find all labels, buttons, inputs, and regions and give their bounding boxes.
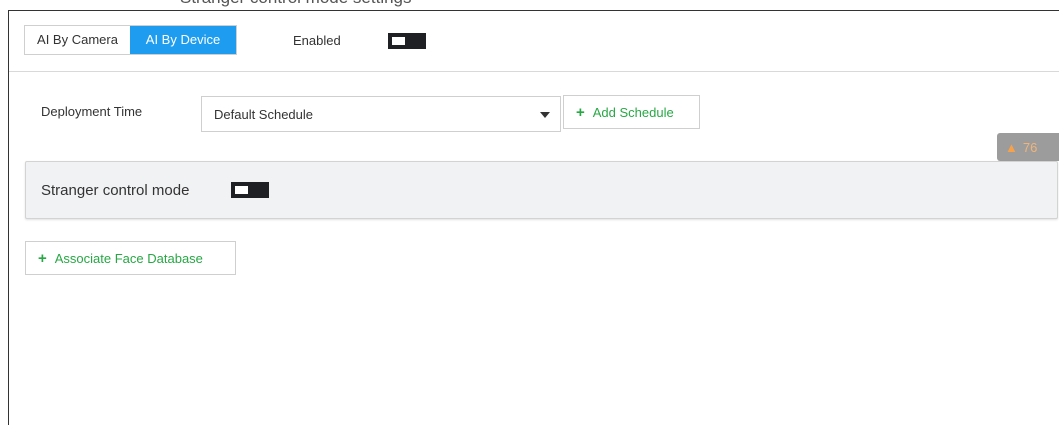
plus-icon: + xyxy=(576,103,585,121)
deployment-time-select[interactable]: Default Schedule xyxy=(201,96,561,132)
enabled-label: Enabled xyxy=(293,33,341,48)
associate-face-database-button[interactable]: + Associate Face Database xyxy=(25,241,236,275)
toggle-knob xyxy=(235,186,248,194)
add-schedule-label: Add Schedule xyxy=(592,104,674,120)
toggle-knob xyxy=(392,37,405,45)
stranger-control-section: Stranger control mode xyxy=(25,161,1058,219)
select-value: Default Schedule xyxy=(214,107,314,122)
add-schedule-button[interactable]: + Add Schedule xyxy=(563,95,700,129)
settings-panel: AI By Camera AI By Device Enabled Deploy… xyxy=(8,10,1059,425)
enabled-toggle[interactable] xyxy=(388,33,426,49)
stranger-control-label: Stranger control mode xyxy=(41,182,190,199)
page-title: Stranger control mode settings xyxy=(180,0,412,8)
warning-badge[interactable]: ▲ 76 xyxy=(997,133,1059,161)
mode-tabs: AI By Camera AI By Device xyxy=(24,25,237,55)
deployment-time-label: Deployment Time xyxy=(41,104,143,119)
header-row: AI By Camera AI By Device Enabled xyxy=(9,11,1059,72)
clipped-heading: Stranger control mode settings xyxy=(0,0,1059,10)
tab-ai-by-device[interactable]: AI By Device xyxy=(130,26,236,54)
associate-label: Associate Face Database xyxy=(54,250,203,266)
warning-triangle-icon: ▲ xyxy=(1005,139,1018,155)
stranger-control-toggle[interactable] xyxy=(231,182,269,198)
chevron-down-icon xyxy=(540,112,550,118)
tab-ai-by-camera[interactable]: AI By Camera xyxy=(25,26,130,54)
plus-icon: + xyxy=(38,249,47,267)
warning-count: 76 xyxy=(1022,139,1038,155)
